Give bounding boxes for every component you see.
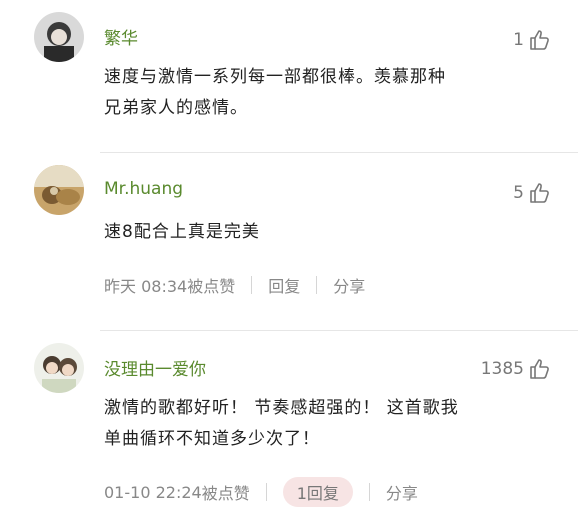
timestamp: 01-10 22:24 bbox=[104, 482, 202, 502]
comment-text: 速度与激情一系列每一部都很棒。羡慕那种 兄弟家人的感情。 bbox=[104, 62, 544, 124]
comment-text-line: 兄弟家人的感情。 bbox=[104, 98, 248, 118]
share-button[interactable]: 分享 bbox=[386, 480, 418, 504]
comment-meta: 01-10 22:24 被点赞 1回复 分享 bbox=[104, 477, 418, 507]
like-button[interactable]: 1 bbox=[513, 28, 552, 52]
username[interactable]: Mr.huang bbox=[104, 179, 183, 199]
like-button[interactable]: 1385 bbox=[481, 357, 552, 381]
reply-button[interactable]: 回复 bbox=[268, 273, 300, 297]
like-button[interactable]: 5 bbox=[513, 181, 552, 205]
comment-text-line: 激情的歌都好听！ 节奏感超强的！ 这首歌我 bbox=[104, 398, 459, 418]
comment-text-line: 单曲循环不知道多少次了！ bbox=[104, 429, 320, 449]
avatar[interactable] bbox=[34, 343, 84, 393]
share-button[interactable]: 分享 bbox=[333, 273, 365, 297]
thumbs-up-icon[interactable] bbox=[528, 181, 552, 205]
reply-button[interactable]: 1回复 bbox=[282, 477, 353, 507]
comment-item: 繁华 1 速度与激情一系列每一部都很棒。羡慕那种 兄弟家人的感情。 bbox=[0, 0, 578, 150]
comment-item: Mr.huang 5 速8配合上真是完美 昨天 08:34 被点赞 回复 分享 bbox=[0, 153, 578, 328]
username[interactable]: 繁华 bbox=[104, 24, 138, 49]
thumbs-up-icon[interactable] bbox=[528, 28, 552, 52]
like-count: 1385 bbox=[480, 359, 524, 379]
separator bbox=[368, 483, 370, 501]
like-count: 5 bbox=[513, 183, 524, 203]
comment-meta: 昨天 08:34 被点赞 回复 分享 bbox=[104, 273, 365, 297]
comment-text-line: 速8配合上真是完美 bbox=[104, 222, 260, 242]
liked-label: 被点赞 bbox=[201, 484, 250, 503]
like-count: 1 bbox=[513, 30, 524, 50]
separator bbox=[265, 483, 267, 501]
comment-text: 激情的歌都好听！ 节奏感超强的！ 这首歌我 单曲循环不知道多少次了！ bbox=[104, 393, 544, 455]
username[interactable]: 没理由一爱你 bbox=[104, 355, 206, 380]
comment-text-line: 速度与激情一系列每一部都很棒。羡慕那种 bbox=[104, 67, 446, 87]
comment-text: 速8配合上真是完美 bbox=[104, 217, 544, 248]
timestamp: 昨天 08:34 bbox=[104, 277, 188, 296]
thumbs-up-icon[interactable] bbox=[528, 357, 552, 381]
avatar[interactable] bbox=[34, 12, 84, 62]
separator bbox=[251, 276, 253, 294]
comment-item: 没理由一爱你 1385 激情的歌都好听！ 节奏感超强的！ 这首歌我 单曲循环不知… bbox=[0, 331, 578, 523]
separator bbox=[316, 276, 318, 294]
liked-label: 被点赞 bbox=[187, 277, 236, 296]
avatar[interactable] bbox=[34, 165, 84, 215]
